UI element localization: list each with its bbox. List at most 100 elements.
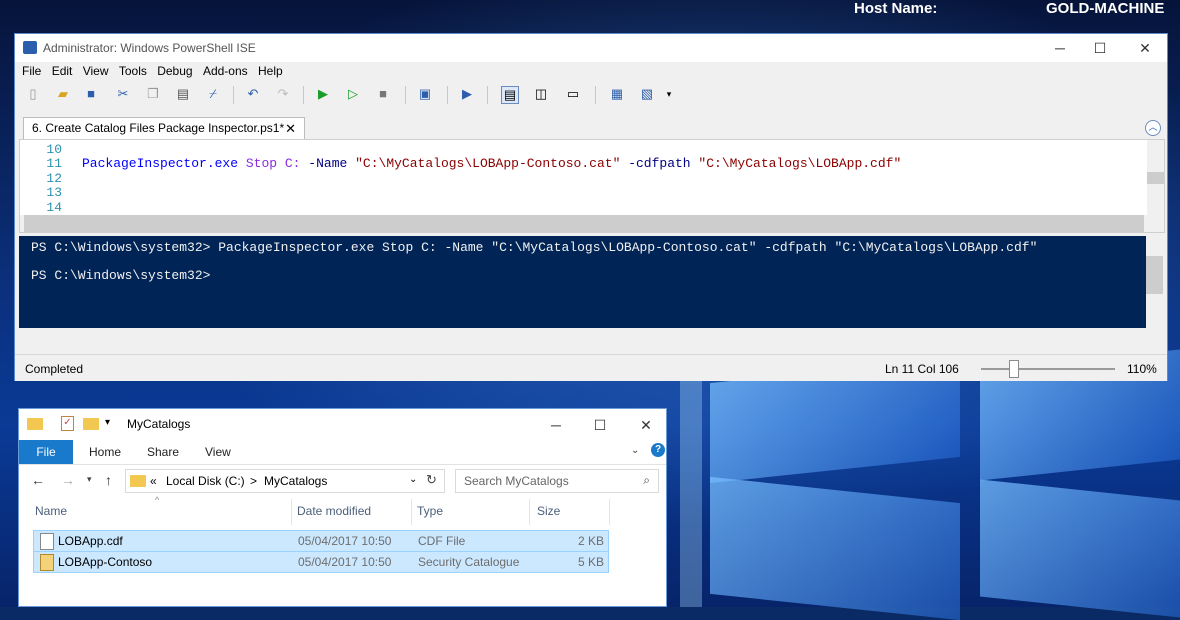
column-divider[interactable] xyxy=(529,499,530,525)
back-icon[interactable]: ← xyxy=(31,472,45,488)
undo-icon[interactable]: ↶ xyxy=(245,86,261,102)
file-date: 05/04/2017 10:50 xyxy=(298,534,392,548)
file-type: Security Catalogue xyxy=(418,555,520,569)
expand-ribbon-icon[interactable]: ⌄ xyxy=(631,445,639,456)
address-segment-folder[interactable]: MyCatalogs xyxy=(264,474,327,488)
redo-icon[interactable]: ↷ xyxy=(275,86,291,102)
code-line-11: PackageInspector.exe Stop C: -Name "C:\M… xyxy=(82,156,901,171)
script-editor[interactable]: 10 11 12 13 14 PackageInspector.exe Stop… xyxy=(19,139,1165,233)
powershell-icon xyxy=(23,41,37,54)
layout-top-icon[interactable]: ▤ xyxy=(501,86,519,104)
zoom-slider-thumb[interactable] xyxy=(1009,360,1019,378)
forward-icon[interactable]: → xyxy=(61,472,75,488)
scroll-thumb[interactable] xyxy=(1146,256,1163,294)
menu-file[interactable]: File xyxy=(22,64,41,78)
up-icon[interactable]: ↑ xyxy=(105,472,112,488)
menu-debug[interactable]: Debug xyxy=(157,64,192,78)
script-tab-label: 6. Create Catalog Files Package Inspecto… xyxy=(32,121,285,135)
scroll-thumb[interactable] xyxy=(24,215,1144,232)
save-icon[interactable]: ■ xyxy=(83,86,99,102)
recent-locations-icon[interactable]: ▾ xyxy=(87,474,92,485)
address-segment-drive[interactable]: Local Disk (C:) xyxy=(166,474,245,488)
column-header-type[interactable]: Type xyxy=(417,504,443,518)
column-divider[interactable] xyxy=(609,499,610,525)
column-header-size[interactable]: Size xyxy=(537,504,560,518)
ribbon-tab-file[interactable]: File xyxy=(19,440,73,464)
clear-console-icon[interactable]: ⌿ xyxy=(205,86,221,102)
start-powershell-icon[interactable]: ▶ xyxy=(459,86,475,102)
file-row[interactable]: LOBApp.cdf 05/04/2017 10:50 CDF File 2 K… xyxy=(33,530,609,552)
toolbar-overflow-icon[interactable]: ▾ xyxy=(661,86,677,102)
addon-tools-icon[interactable]: ▧ xyxy=(639,86,655,102)
quick-access-dropdown-icon[interactable]: ▾ xyxy=(105,417,110,428)
column-header-date[interactable]: Date modified xyxy=(297,504,371,518)
menu-help[interactable]: Help xyxy=(258,64,283,78)
menu-view[interactable]: View xyxy=(83,64,109,78)
maximize-button[interactable]: ☐ xyxy=(1085,38,1115,58)
toolbar-separator xyxy=(487,86,488,104)
console-scrollbar[interactable] xyxy=(1146,236,1163,328)
maximize-button[interactable]: ☐ xyxy=(585,415,615,435)
line-number: 11 xyxy=(46,156,62,171)
refresh-icon[interactable]: ↻ xyxy=(426,472,437,488)
zoom-slider[interactable] xyxy=(981,368,1115,370)
sort-indicator-icon: ^ xyxy=(155,495,160,505)
column-header-name[interactable]: Name xyxy=(35,504,67,518)
open-folder-icon[interactable]: ▰ xyxy=(55,86,71,102)
minimize-button[interactable]: ─ xyxy=(541,415,571,435)
file-date: 05/04/2017 10:50 xyxy=(298,555,392,569)
security-catalog-icon xyxy=(40,554,54,571)
properties-icon[interactable]: ✓ xyxy=(61,416,74,431)
explorer-ribbon: File Home Share View ⌄ ? xyxy=(19,440,666,465)
layout-right-icon[interactable]: ◫ xyxy=(533,86,549,102)
ribbon-tab-home[interactable]: Home xyxy=(89,445,121,459)
ribbon-tab-share[interactable]: Share xyxy=(147,445,179,459)
code-parameter: -cdfpath xyxy=(628,156,691,171)
script-tab[interactable]: 6. Create Catalog Files Package Inspecto… xyxy=(23,117,305,140)
stop-icon[interactable]: ■ xyxy=(375,86,391,102)
close-tab-icon[interactable]: ✕ xyxy=(285,118,296,139)
file-name: LOBApp-Contoso xyxy=(58,555,153,569)
toolbar-separator xyxy=(447,86,448,104)
scroll-thumb[interactable] xyxy=(1147,172,1164,184)
menu-addons[interactable]: Add-ons xyxy=(203,64,248,78)
zoom-level: 110% xyxy=(1127,362,1157,376)
remote-powershell-icon[interactable]: ▣ xyxy=(417,86,433,102)
close-button[interactable]: ✕ xyxy=(631,415,661,435)
copy-icon[interactable]: ❐ xyxy=(145,86,161,102)
line-number: 13 xyxy=(46,185,62,200)
ribbon-tab-view[interactable]: View xyxy=(205,445,231,459)
new-folder-icon[interactable] xyxy=(83,418,99,430)
paste-icon[interactable]: ▤ xyxy=(175,86,191,102)
search-input[interactable]: Search MyCatalogs ⌕ xyxy=(455,469,659,493)
powershell-ise-window: Administrator: Windows PowerShell ISE ─ … xyxy=(14,33,1168,381)
console-pane[interactable]: PS C:\Windows\system32> PackageInspector… xyxy=(19,236,1163,328)
commands-pane-icon[interactable]: ▦ xyxy=(609,86,625,102)
column-divider[interactable] xyxy=(291,499,292,525)
run-selection-icon[interactable]: ▷ xyxy=(345,86,361,102)
editor-horizontal-scrollbar[interactable] xyxy=(20,215,1164,232)
close-button[interactable]: ✕ xyxy=(1130,38,1160,58)
address-overflow[interactable]: « xyxy=(150,474,157,488)
toolbar-separator xyxy=(303,86,304,104)
menu-tools[interactable]: Tools xyxy=(119,64,147,78)
minimize-button[interactable]: ─ xyxy=(1045,38,1075,58)
document-icon xyxy=(40,533,54,550)
toolbar-separator xyxy=(595,86,596,104)
help-icon[interactable]: ? xyxy=(651,443,665,457)
collapse-script-pane-icon[interactable]: ︿ xyxy=(1145,120,1161,136)
column-divider[interactable] xyxy=(411,499,412,525)
layout-maximize-icon[interactable]: ▭ xyxy=(565,86,581,102)
search-icon[interactable]: ⌕ xyxy=(643,473,650,488)
address-separator[interactable]: > xyxy=(250,474,257,488)
line-number: 12 xyxy=(46,171,62,186)
run-script-icon[interactable]: ▶ xyxy=(315,86,331,102)
ise-toolbar: ▯ ▰ ■ ✂ ❐ ▤ ⌿ ↶ ↷ ▶ ▷ ■ ▣ ▶ ▤ ◫ ▭ ▦ ▧ ▾ xyxy=(21,84,721,106)
menu-edit[interactable]: Edit xyxy=(52,64,73,78)
address-bar[interactable]: « Local Disk (C:) > MyCatalogs ⌄ ↻ xyxy=(125,469,445,493)
new-file-icon[interactable]: ▯ xyxy=(25,86,41,102)
file-row[interactable]: LOBApp-Contoso 05/04/2017 10:50 Security… xyxy=(33,551,609,573)
cut-icon[interactable]: ✂ xyxy=(115,86,131,102)
status-text: Completed xyxy=(25,362,84,376)
address-dropdown-icon[interactable]: ⌄ xyxy=(409,474,417,485)
